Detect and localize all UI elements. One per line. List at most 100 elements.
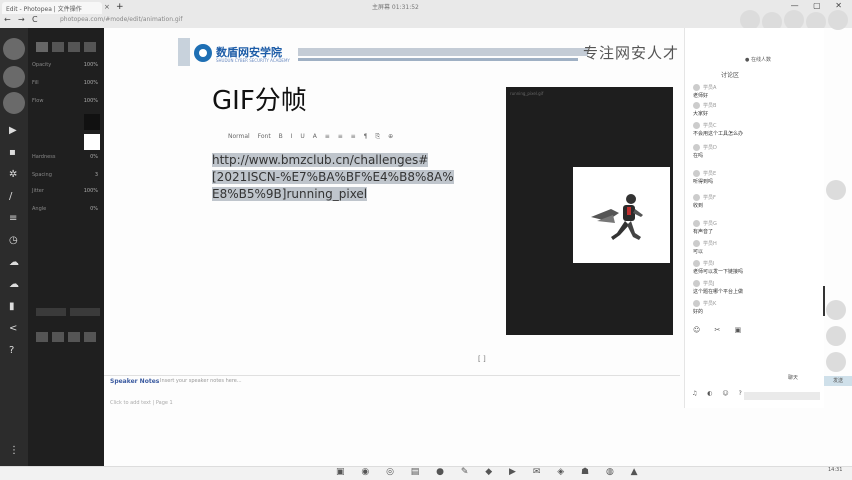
spacing-label: Spacing [32,172,52,178]
flow-value[interactable]: 100% [84,98,98,104]
address-bar[interactable]: photopea.com/#mode/edit/animation.gif [60,16,200,25]
move-tool-icon[interactable] [3,38,25,60]
profile-avatar[interactable] [740,10,760,30]
share-icon[interactable]: < [9,324,19,334]
history-icon[interactable]: ◷ [9,236,19,246]
chat-tools[interactable]: ☺ ✂ ▣ [693,326,747,334]
taskbar-app-icons[interactable]: ▣ ◉ ◎ ▤ ● ✎ ◆ ▶ ✉ ◈ ☗ ◍ ▲ [336,467,645,477]
grid-icon[interactable]: ⋮ [9,446,19,456]
hardness-value[interactable]: 0% [90,154,98,160]
fill-value[interactable]: 100% [84,80,98,86]
tab-close-icon[interactable]: × [104,3,110,11]
link-line-1[interactable]: http://www.bmzclub.cn/challenges# [212,153,429,167]
clock-time: 14:31 [828,467,843,473]
layers-icon[interactable]: ≡ [9,214,19,224]
notes-input[interactable]: Insert your speaker notes here... [160,378,242,384]
link-line-2[interactable]: [2021ISCN-%E7%BA%BF%E4%B8%8A% [212,170,454,184]
foreground-color-swatch[interactable] [84,114,100,130]
color-button[interactable]: A [313,133,317,140]
control-button-2[interactable] [826,300,846,320]
challenge-link-text[interactable]: http://www.bmzclub.cn/challenges# [2021I… [212,152,472,203]
jitter-row[interactable]: Jitter 100% [32,188,100,198]
opacity-value[interactable]: 100% [84,62,98,68]
trash-icon[interactable]: ▮ [9,302,19,312]
notes-label: Speaker Notes [110,378,160,385]
style-select[interactable]: Normal [228,133,250,140]
spacing-value[interactable]: 3 [95,172,98,178]
upload-icon[interactable]: ☁ [9,280,19,290]
blend-mode-select[interactable] [36,308,66,316]
new-tab-button[interactable]: + [116,2,124,12]
slide-banner: 数盾网安学院 SHUDUN CYBER SECURITY ACADEMY 专注网… [178,38,698,70]
insert-button[interactable]: ⊕ [388,133,393,140]
copy-button[interactable]: ⎘ [375,133,380,141]
preview-label: running_pixel.gif [510,91,544,96]
forward-icon[interactable]: → [18,15,25,24]
align-right-button[interactable]: ≡ [351,133,356,140]
align-center-button[interactable]: ≡ [338,133,343,140]
control-button-4[interactable] [826,352,846,372]
logo-subtitle: SHUDUN CYBER SECURITY ACADEMY [216,58,290,63]
extension-icon[interactable] [784,10,804,30]
gif-canvas[interactable] [573,167,670,263]
angle-value[interactable]: 0% [90,206,98,212]
lock-icon[interactable]: ▪ [9,148,19,158]
font-select[interactable]: Font [258,133,271,140]
send-button[interactable]: 发送 [824,376,852,386]
help-icon[interactable]: ? [9,346,19,356]
slide-resize-handle[interactable]: [ ] [478,355,486,363]
control-button-1[interactable] [826,180,846,200]
angle-row[interactable]: Angle 0% [32,206,100,216]
spacing-row[interactable]: Spacing 3 [32,172,100,182]
chat-input[interactable]: 聊天 [788,374,798,381]
layer-action-3[interactable] [68,332,80,342]
layer-mode-select[interactable] [70,308,100,316]
banner-stripe [298,48,588,56]
chat-input-icons[interactable]: ♫ ◐ ☺ ? [692,390,746,397]
window-controls[interactable]: — ▢ ✕ [791,1,848,10]
properties-panel: Opacity 100% Fill 100% Flow 100% Hardnes… [28,28,104,468]
cloud-icon[interactable]: ☁ [9,258,19,268]
chat-input-field[interactable] [744,392,820,400]
menu-icon[interactable] [828,10,848,30]
align-left-button[interactable]: ≡ [325,133,330,140]
browser-tab[interactable]: Edit - Photopea | 文件操作 [2,2,102,14]
background-color-swatch[interactable] [84,134,100,150]
chat-message: 学员C 不会用这个工具怎么办 [693,122,819,137]
layer-action-1[interactable] [36,332,48,342]
control-button-3[interactable] [826,326,846,346]
reload-icon[interactable]: C [32,15,38,24]
chat-scrollbar[interactable] [823,286,825,316]
bold-button[interactable]: B [279,133,283,140]
jitter-value[interactable]: 100% [84,188,98,194]
layer-action-4[interactable] [84,332,96,342]
crop-tool-icon[interactable] [3,92,25,114]
link-line-3[interactable]: E8%B5%9B]running_pixel [212,187,368,201]
gear-icon[interactable]: ✲ [9,170,19,180]
back-icon[interactable]: ← [4,15,11,24]
tool-option-4[interactable] [84,42,96,52]
brush-icon[interactable]: / [9,192,19,202]
tool-option-3[interactable] [68,42,80,52]
tool-strip: ▶ ▪ ✲ / ≡ ◷ ☁ ☁ ▮ < ? ⋮ [0,28,28,468]
layer-action-2[interactable] [52,332,64,342]
play-icon[interactable]: ▶ [9,126,19,136]
opacity-row[interactable]: Opacity 100% [32,62,100,72]
fill-row[interactable]: Fill 100% [32,80,100,90]
chat-message: 学员J 这个题在哪个平台上做 [693,280,819,295]
flow-row[interactable]: Flow 100% [32,98,100,108]
italic-button[interactable]: I [291,133,293,140]
tool-option-2[interactable] [52,42,64,52]
fill-label: Fill [32,80,39,86]
tool-option-1[interactable] [36,42,48,52]
avatar [693,220,700,227]
avatar [693,280,700,287]
paragraph-button[interactable]: ¶ [364,133,368,140]
text-format-toolbar: Normal Font B I U A ≡ ≡ ≡ ¶ ⎘ ⊕ [228,133,474,143]
slide-title[interactable]: GIF分帧 [212,80,307,117]
lasso-tool-icon[interactable] [3,66,25,88]
underline-button[interactable]: U [300,133,304,140]
chat-user: 学员H [703,241,717,247]
chat-text: 在吗 [693,153,704,159]
hardness-row[interactable]: Hardness 0% [32,154,100,164]
